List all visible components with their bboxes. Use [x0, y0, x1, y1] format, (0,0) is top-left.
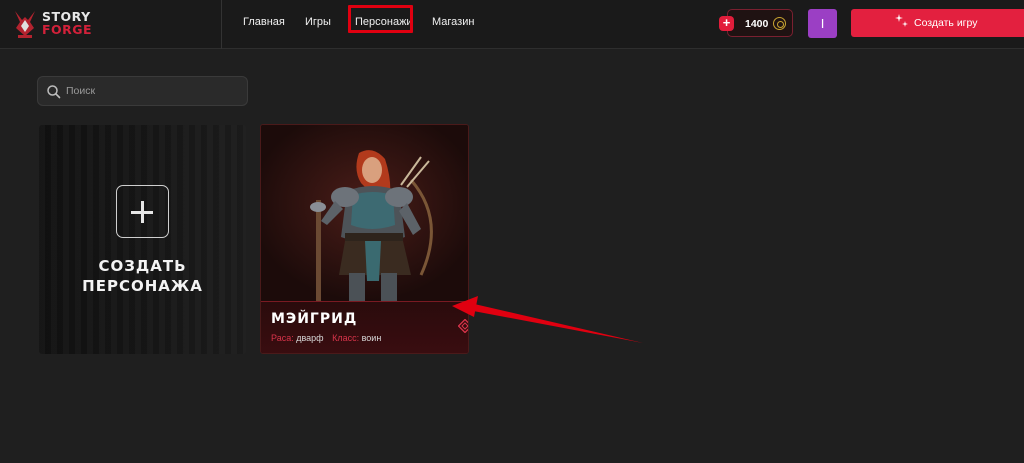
diamond-icon — [458, 319, 468, 333]
brand-name: STORY FORGE — [42, 10, 92, 36]
add-coins-button[interactable]: + — [719, 16, 734, 31]
race-value: дварф — [296, 333, 324, 343]
create-game-button[interactable]: Создать игру — [851, 9, 1024, 37]
nav-item-home[interactable]: Главная — [243, 16, 285, 28]
create-character-line-2: ПЕРСОНАЖА — [82, 277, 203, 295]
character-portrait — [261, 125, 468, 301]
search-box[interactable] — [37, 76, 248, 106]
coins-balance[interactable]: 1400 — [727, 9, 793, 37]
create-character-line-1: СОЗДАТЬ — [98, 257, 187, 275]
create-character-card[interactable]: СОЗДАТЬ ПЕРСОНАЖА — [39, 125, 246, 354]
search-icon — [47, 85, 61, 99]
brand-line-2: FORGE — [42, 22, 93, 37]
character-info-panel: МЭЙГРИД Раса: дварф Класс: воин — [261, 301, 468, 353]
class-value: воин — [361, 333, 382, 343]
create-character-label: СОЗДАТЬ ПЕРСОНАЖА — [39, 256, 246, 296]
user-avatar[interactable]: I — [808, 9, 837, 38]
plus-icon: + — [722, 15, 731, 30]
character-name: МЭЙГРИД — [271, 311, 358, 327]
coin-icon — [773, 17, 786, 30]
race-label: Раса: — [271, 333, 294, 343]
sparkle-icon — [895, 14, 908, 27]
nav-item-games[interactable]: Игры — [305, 16, 331, 28]
logo-mark-icon — [15, 11, 35, 38]
character-card[interactable]: МЭЙГРИД Раса: дварф Класс: воин — [260, 124, 469, 354]
header-divider — [221, 0, 222, 49]
class-label: Класс: — [332, 333, 360, 343]
search-input[interactable] — [66, 83, 236, 99]
create-game-label: Создать игру — [914, 17, 978, 29]
character-meta: Раса: дварф Класс: воин — [271, 333, 387, 343]
coins-value: 1400 — [745, 18, 769, 30]
brand-logo[interactable]: STORY FORGE — [12, 7, 122, 41]
nav-item-shop[interactable]: Магазин — [432, 16, 474, 28]
plus-icon — [116, 185, 169, 238]
active-nav-annotation-box — [348, 5, 413, 33]
top-header: STORY FORGE Главная Игры Персонажи Магаз… — [0, 0, 1024, 49]
